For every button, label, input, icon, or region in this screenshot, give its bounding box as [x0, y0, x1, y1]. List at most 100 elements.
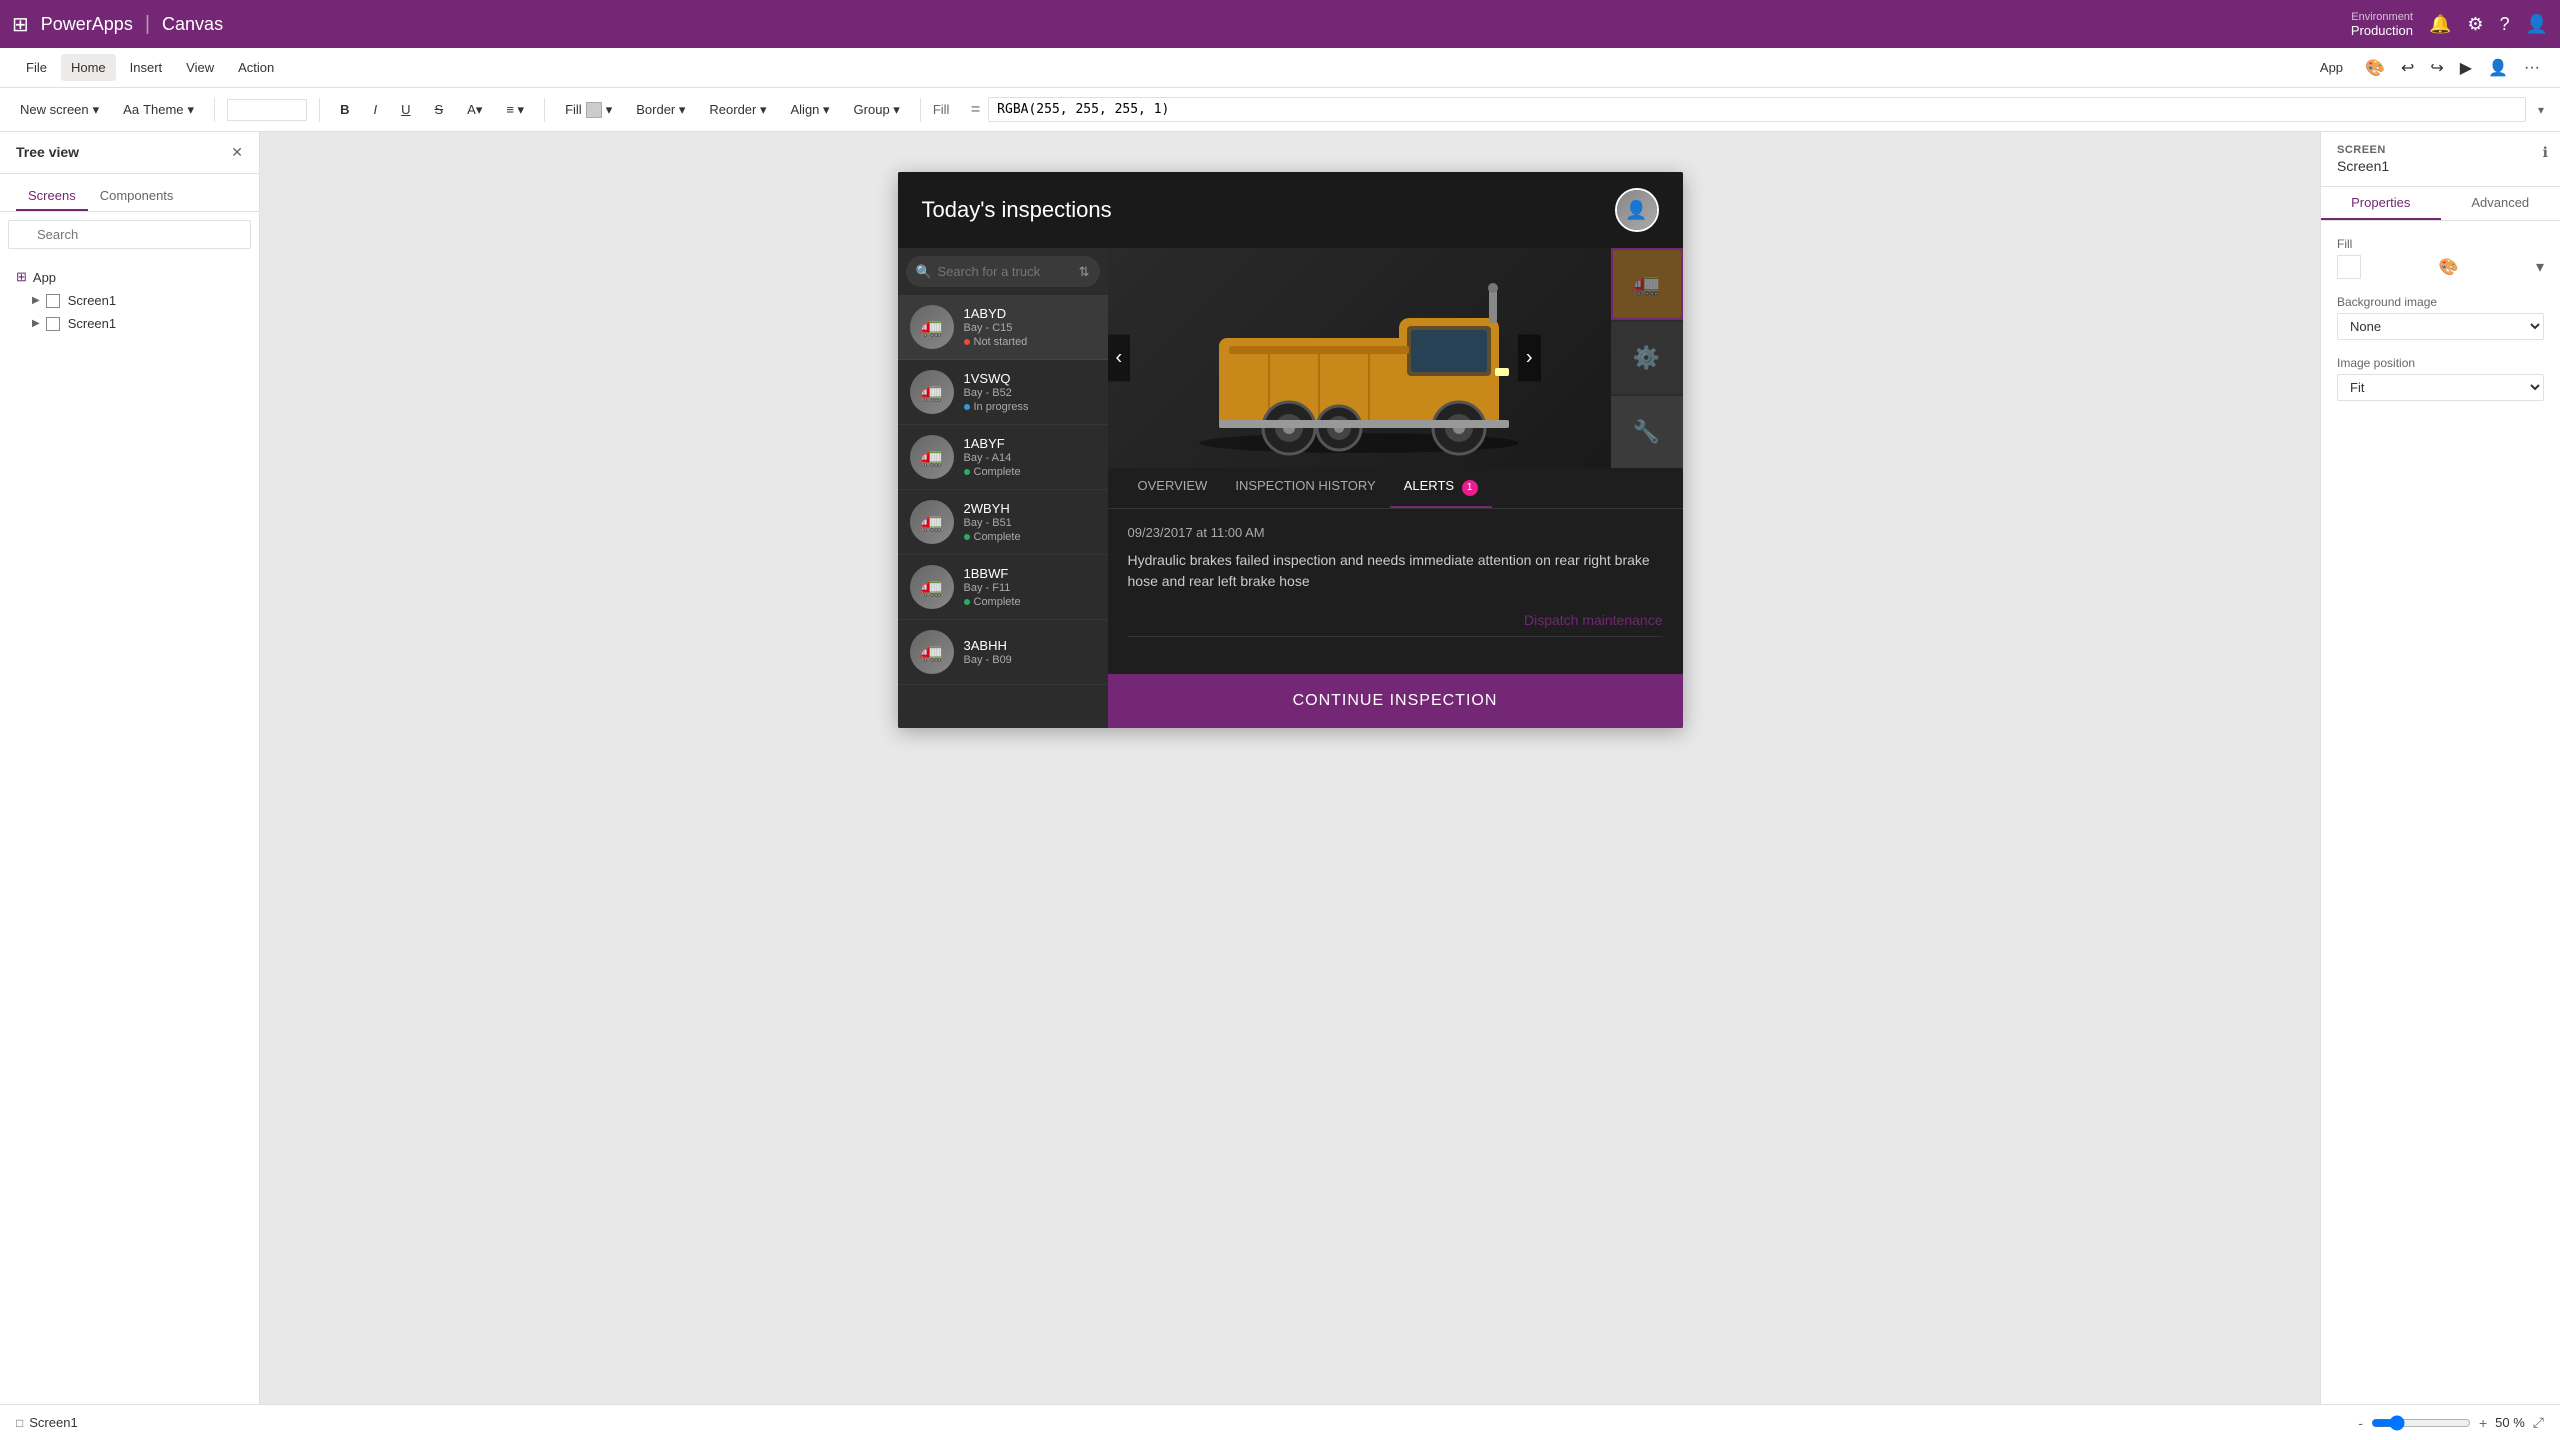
border-button[interactable]: Border ▾: [628, 98, 693, 122]
screen-checkbox-1[interactable]: [46, 294, 60, 308]
property-fill: Fill 🎨 ▾: [2337, 237, 2544, 279]
toolbar-sep2: [319, 98, 320, 122]
sidebar-search: 🔍: [0, 212, 259, 257]
help-icon[interactable]: ?: [2500, 14, 2510, 35]
fill-button[interactable]: Fill ▾: [557, 98, 620, 122]
truck-search: 🔍 ⇅: [898, 248, 1108, 295]
tab-advanced[interactable]: Advanced: [2441, 187, 2560, 220]
brand-mode: Canvas: [162, 14, 223, 35]
align-button[interactable]: ≡ ▾: [498, 98, 532, 122]
group-button[interactable]: Group ▾: [846, 98, 908, 122]
truck-thumb-1vswq: 🚛: [910, 370, 954, 414]
notification-icon[interactable]: 🔔: [2429, 14, 2451, 35]
tree-item-app[interactable]: ⊞ App: [8, 265, 251, 289]
tab-overview[interactable]: OVERVIEW: [1124, 468, 1222, 508]
zoom-in-button[interactable]: +: [2479, 1415, 2487, 1431]
prev-image-button[interactable]: ‹: [1108, 335, 1131, 382]
search-input[interactable]: [8, 220, 251, 249]
truck-status-1abyd: Not started: [964, 336, 1096, 348]
tab-components[interactable]: Components: [88, 182, 186, 211]
user-icon[interactable]: 👤: [2484, 54, 2512, 82]
align-text-button[interactable]: Align ▾: [783, 98, 838, 122]
reorder-button[interactable]: Reorder ▾: [701, 98, 774, 122]
tree-item-screen1b[interactable]: ▶ Screen1: [24, 312, 251, 335]
fill-value-row: 🎨 ▾: [2337, 255, 2544, 279]
status-bar: □ Screen1 - + 50 % ⤢: [0, 1404, 2560, 1440]
truck-item-3abhh[interactable]: 🚛 3ABHH Bay - B09: [898, 620, 1108, 685]
zoom-slider[interactable]: [2371, 1415, 2471, 1431]
formula-input[interactable]: [988, 97, 2526, 122]
tab-screens[interactable]: Screens: [16, 182, 88, 211]
menu-insert[interactable]: Insert: [120, 54, 173, 81]
tab-properties[interactable]: Properties: [2321, 187, 2441, 220]
continue-inspection-button[interactable]: CONTINUE INSPECTION: [1108, 674, 1683, 728]
font-color-button[interactable]: A▾: [459, 98, 490, 122]
thumb-1[interactable]: 🚛: [1611, 248, 1683, 320]
thumb-2[interactable]: ⚙️: [1611, 322, 1683, 394]
app-body: 🔍 ⇅ 🚛 1ABYD Ba: [898, 248, 1683, 728]
status-text-1abyf: Complete: [974, 466, 1021, 478]
truck-item-1vswq[interactable]: 🚛 1VSWQ Bay - B52 In progress: [898, 360, 1108, 425]
truck-item-2wbyh[interactable]: 🚛 2WBYH Bay - B51 Complete: [898, 490, 1108, 555]
italic-button[interactable]: I: [365, 98, 385, 121]
undo-icon[interactable]: ↩: [2397, 54, 2418, 82]
underline-button[interactable]: U: [393, 98, 418, 121]
thumb-img-3: 🔧: [1611, 396, 1683, 468]
truck-name-3abhh: 3ABHH: [964, 638, 1096, 653]
dispatch-maintenance-link[interactable]: Dispatch maintenance: [1524, 612, 1663, 628]
formula-expand-icon[interactable]: ▾: [2534, 99, 2548, 121]
property-background-image: Background image None: [2337, 295, 2544, 340]
fill-color-swatch[interactable]: [2337, 255, 2361, 279]
zoom-expand-button[interactable]: ⤢: [2533, 1414, 2544, 1431]
redo-icon[interactable]: ↪: [2426, 54, 2447, 82]
detail-tabs: OVERVIEW INSPECTION HISTORY ALERTS 1: [1108, 468, 1683, 509]
status-dot-2wbyh: [964, 534, 970, 540]
sort-icon[interactable]: ⇅: [1079, 264, 1090, 280]
color-icon[interactable]: 🎨: [2361, 54, 2389, 82]
status-screen: □ Screen1: [16, 1415, 78, 1430]
play-icon[interactable]: ▶: [2456, 54, 2476, 82]
menu-file[interactable]: File: [16, 54, 57, 81]
menu-home[interactable]: Home: [61, 54, 116, 81]
zoom-out-button[interactable]: -: [2358, 1415, 2363, 1431]
truck-thumb-1bbwf: 🚛: [910, 565, 954, 609]
alerts-badge: 1: [1462, 480, 1478, 496]
app-canvas: Today's inspections 👤 🔍 ⇅: [898, 172, 1683, 728]
canvas-area: Today's inspections 👤 🔍 ⇅: [260, 132, 2320, 1404]
bg-image-select[interactable]: None: [2337, 313, 2544, 340]
sidebar-tabs: Screens Components: [0, 174, 259, 212]
theme-button[interactable]: Aa Theme ▾: [115, 98, 202, 122]
more-icon[interactable]: ···: [2520, 55, 2544, 81]
truck-item-1bbwf[interactable]: 🚛 1BBWF Bay - F11 Complete: [898, 555, 1108, 620]
settings-icon[interactable]: ⚙: [2467, 14, 2483, 35]
info-icon[interactable]: ℹ: [2543, 144, 2548, 161]
app-btn[interactable]: App: [2310, 56, 2353, 79]
top-bar-right: Environment Production 🔔 ⚙ ? 👤: [2351, 11, 2548, 38]
bold-button[interactable]: B: [332, 98, 357, 121]
tab-inspection-history[interactable]: INSPECTION HISTORY: [1221, 468, 1389, 508]
tab-alerts[interactable]: ALERTS 1: [1390, 468, 1492, 508]
screen1a-label: Screen1: [68, 293, 116, 308]
screen-checkbox-2[interactable]: [46, 317, 60, 331]
next-image-button[interactable]: ›: [1518, 335, 1541, 382]
tree-item-screen1a[interactable]: ▶ Screen1: [24, 289, 251, 312]
truck-search-icon: 🔍: [916, 264, 932, 280]
fill-icon[interactable]: 🎨: [2439, 257, 2459, 277]
thumb-3[interactable]: 🔧: [1611, 396, 1683, 468]
font-size-input[interactable]: [227, 99, 307, 121]
new-screen-button[interactable]: New screen ▾: [12, 98, 107, 122]
truck-item-1abyd[interactable]: 🚛 1ABYD Bay - C15 Not started: [898, 295, 1108, 360]
fill-expand-icon[interactable]: ▾: [2536, 257, 2544, 277]
truck-bay-1vswq: Bay - B52: [964, 387, 1096, 399]
truck-item-1abyf[interactable]: 🚛 1ABYF Bay - A14 Complete: [898, 425, 1108, 490]
img-pos-select[interactable]: Fit: [2337, 374, 2544, 401]
strikethrough-button[interactable]: S: [426, 98, 451, 121]
truck-search-input[interactable]: [906, 256, 1100, 287]
grid-icon[interactable]: ⊞: [12, 12, 29, 37]
account-icon[interactable]: 👤: [2526, 14, 2548, 35]
close-icon[interactable]: ✕: [231, 144, 243, 161]
truck-thumb-img-2wbyh: 🚛: [910, 500, 954, 544]
menu-view[interactable]: View: [176, 54, 224, 81]
menu-action[interactable]: Action: [228, 54, 284, 81]
bg-image-label: Background image: [2337, 295, 2544, 309]
